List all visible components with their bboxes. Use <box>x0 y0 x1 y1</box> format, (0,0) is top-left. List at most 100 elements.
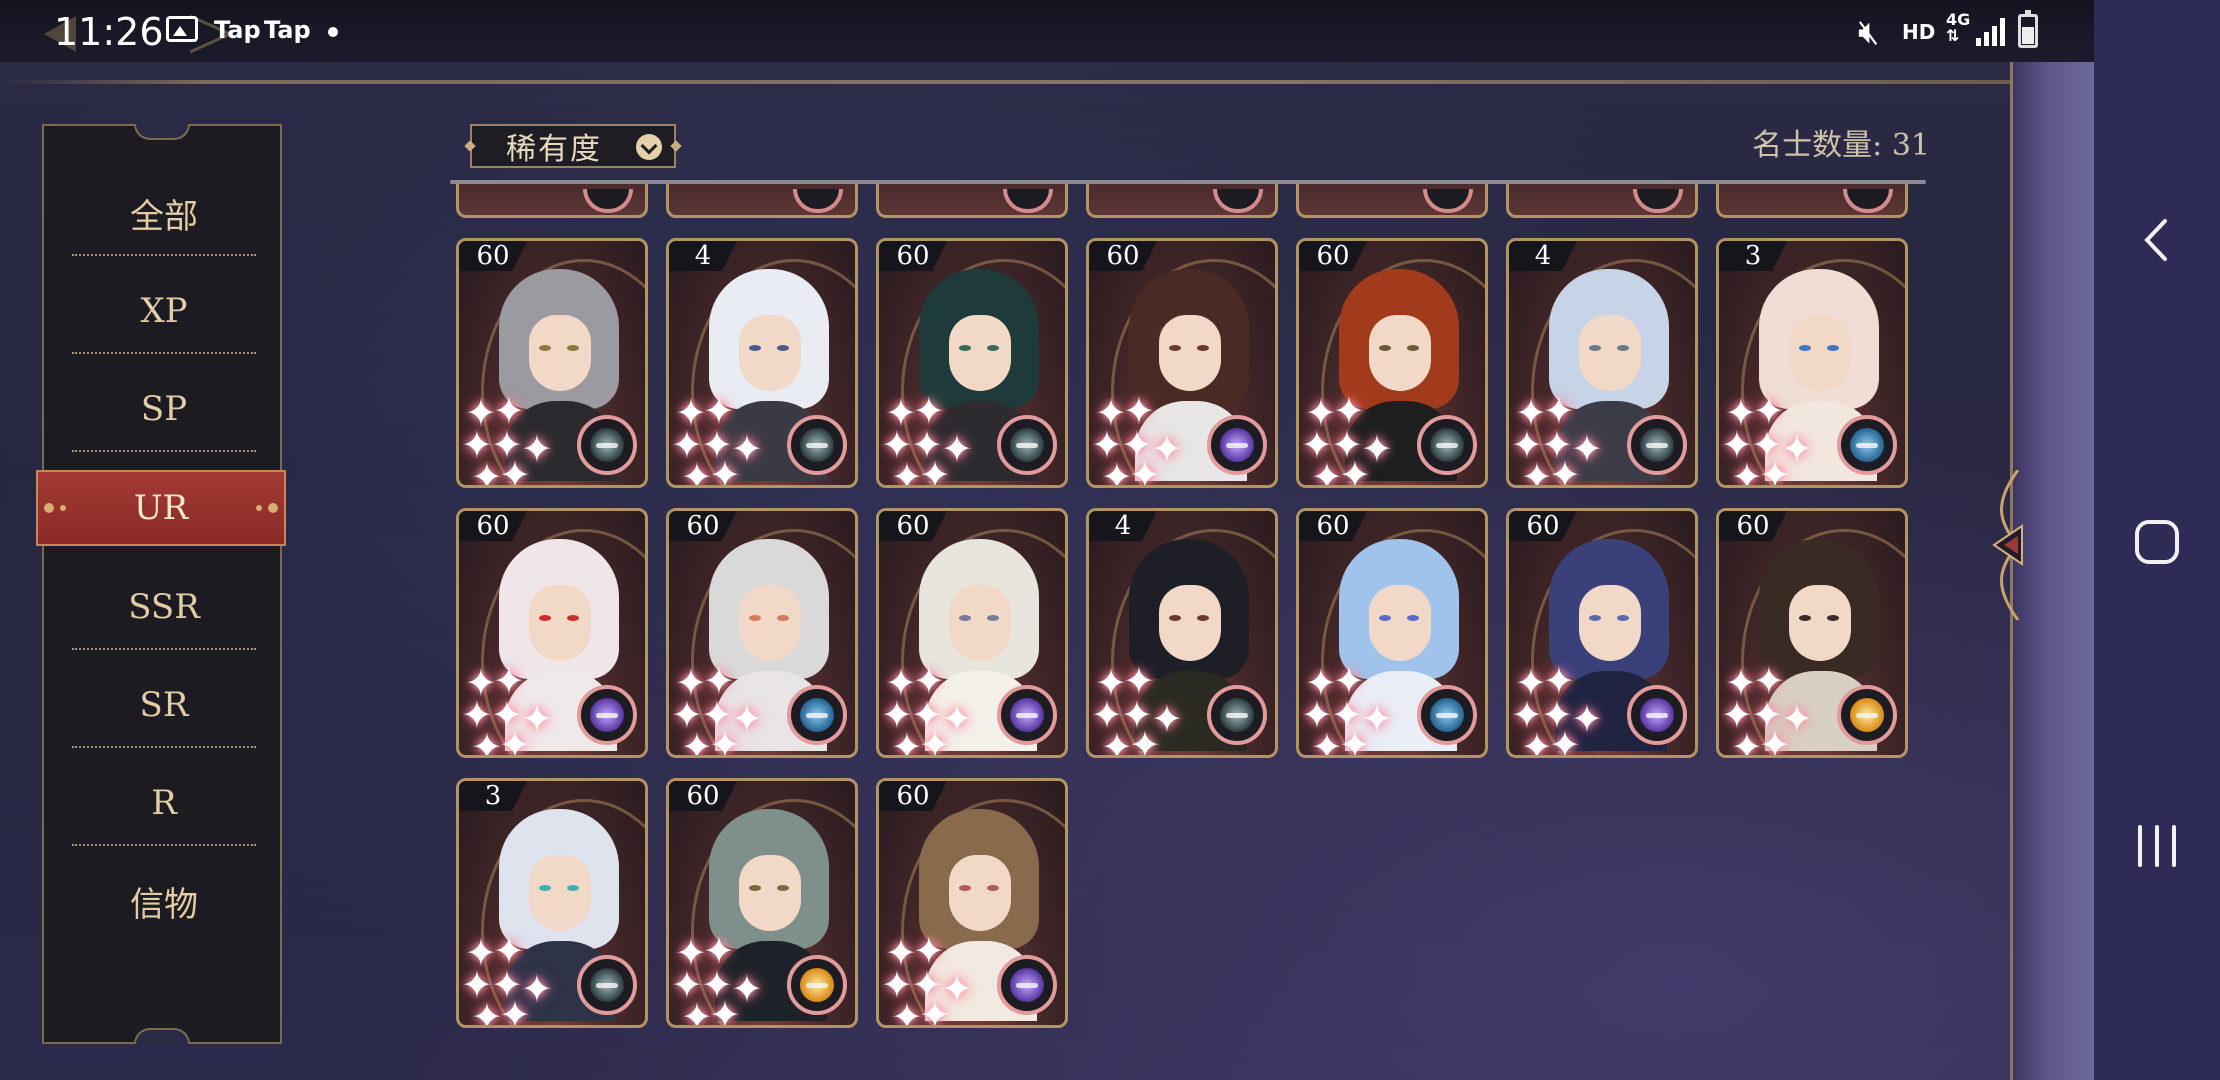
divider <box>72 450 256 452</box>
character-card[interactable]: 60 ✦ ✦ ✦ ✦ ✦ ✦ ✦ <box>666 508 858 758</box>
character-card[interactable]: 60 ✦ ✦ ✦ ✦ ✦ ✦ ✦ <box>1086 238 1278 488</box>
divider <box>72 254 256 256</box>
category-ur-selected[interactable]: UR <box>36 470 286 546</box>
ornament-left <box>44 503 84 513</box>
card-partial[interactable] <box>456 184 648 218</box>
card-partial[interactable] <box>1716 184 1908 218</box>
home-icon <box>2135 520 2179 564</box>
sparkle-stars: ✦ ✦ ✦ ✦ ✦ ✦ ✦ <box>1721 659 1833 758</box>
chevron-left-icon <box>2144 219 2167 261</box>
card-level: 60 <box>879 241 947 271</box>
sparkle-stars: ✦ ✦ ✦ ✦ ✦ ✦ ✦ <box>1511 659 1623 758</box>
network-label: 4G <box>1946 10 1971 29</box>
category-r[interactable]: R <box>72 754 256 852</box>
sparkle-icon: ✦ <box>1549 723 1581 758</box>
card-partial[interactable] <box>876 184 1068 218</box>
dark-element-icon <box>787 415 847 475</box>
character-card[interactable]: 60 ✦ ✦ ✦ ✦ ✦ ✦ ✦ <box>666 778 858 1028</box>
card-level: 4 <box>1509 241 1577 271</box>
character-card[interactable]: 60 ✦ ✦ ✦ ✦ ✦ ✦ ✦ <box>876 778 1068 1028</box>
battery-icon <box>2018 10 2038 48</box>
card-partial[interactable] <box>666 184 858 218</box>
back-button[interactable] <box>2094 180 2220 300</box>
character-grid: 60 ✦ ✦ ✦ ✦ ✦ ✦ ✦ 4 ✦ ✦ ✦ ✦ ✦ ✦ ✦ 60 ✦ ✦ ✦ ✦ ✦ ✦ ✦ 60 ✦ ✦ ✦ ✦ ✦ ✦ ✦ 60 ✦ ✦ ✦… <box>456 184 1926 1044</box>
sparkle-icon: ✦ <box>499 723 531 758</box>
element-badge-icon <box>793 189 843 213</box>
sparkle-stars: ✦ ✦ ✦ ✦ ✦ ✦ ✦ <box>461 659 573 758</box>
home-button[interactable] <box>2094 482 2220 602</box>
sparkle-icon: ✦ <box>919 723 951 758</box>
character-card[interactable]: 60 ✦ ✦ ✦ ✦ ✦ ✦ ✦ <box>876 238 1068 488</box>
recents-button[interactable] <box>2094 786 2220 906</box>
blue-element-icon <box>1837 415 1897 475</box>
character-card[interactable]: 3 ✦ ✦ ✦ ✦ ✦ ✦ ✦ <box>456 778 648 1028</box>
character-card[interactable]: 60 ✦ ✦ ✦ ✦ ✦ ✦ ✦ <box>1296 508 1488 758</box>
sparkle-stars: ✦ ✦ ✦ ✦ ✦ ✦ ✦ <box>1511 389 1623 485</box>
character-card[interactable]: 60 ✦ ✦ ✦ ✦ ✦ ✦ ✦ <box>1506 508 1698 758</box>
blue-element-icon <box>1417 685 1477 745</box>
card-level: 60 <box>879 511 947 541</box>
sparkle-stars: ✦ ✦ ✦ ✦ ✦ ✦ ✦ <box>671 659 783 755</box>
sparkle-stars: ✦ ✦ ✦ ✦ ✦ ✦ ✦ <box>461 929 573 1025</box>
dark-element-icon <box>1627 415 1687 475</box>
dark-element-icon <box>1417 415 1477 475</box>
mute-icon: 🔇︎ <box>1858 12 1880 52</box>
sparkle-stars: ✦ ✦ ✦ ✦ ✦ ✦ ✦ <box>671 929 783 1025</box>
collapse-panel-handle[interactable] <box>1986 470 2032 620</box>
card-partial[interactable] <box>1086 184 1278 218</box>
category-all[interactable]: 全部 <box>72 164 256 262</box>
dark-element-icon <box>577 415 637 475</box>
character-card[interactable]: 60 ✦ ✦ ✦ ✦ ✦ ✦ ✦ <box>1296 238 1488 488</box>
element-badge-icon <box>583 189 633 213</box>
sparkle-icon: ✦ <box>1339 453 1371 488</box>
blue-element-icon <box>787 685 847 745</box>
dark-element-icon <box>997 415 1057 475</box>
rarity-filter-dropdown[interactable]: 稀有度 <box>464 124 682 168</box>
network-type: 4G ⇅ <box>1946 10 1971 45</box>
hd-indicator: HD <box>1902 20 1936 44</box>
category-keepsake[interactable]: 信物 <box>72 852 256 950</box>
character-card[interactable]: 60 ✦ ✦ ✦ ✦ ✦ ✦ ✦ <box>456 508 648 758</box>
category-xp[interactable]: XP <box>72 262 256 360</box>
taptap-notification-2: Tap <box>264 16 311 44</box>
element-badge-icon <box>1843 189 1893 213</box>
card-level: 60 <box>1509 511 1577 541</box>
purple-element-icon <box>1627 685 1687 745</box>
card-level: 3 <box>459 781 527 811</box>
category-ssr[interactable]: SSR <box>72 558 256 656</box>
rarity-filter-label: 稀有度 <box>506 132 602 167</box>
character-card[interactable]: 4 ✦ ✦ ✦ ✦ ✦ ✦ ✦ <box>1506 238 1698 488</box>
dark-element-icon <box>1207 685 1267 745</box>
character-card[interactable]: 60 ✦ ✦ ✦ ✦ ✦ ✦ ✦ <box>456 238 648 488</box>
sparkle-icon: ✦ <box>919 993 951 1028</box>
sun-element-icon <box>787 955 847 1015</box>
category-sr[interactable]: SR <box>72 656 256 754</box>
purple-element-icon <box>997 685 1057 745</box>
character-card[interactable]: 4 ✦ ✦ ✦ ✦ ✦ ✦ ✦ <box>1086 508 1278 758</box>
character-card[interactable]: 3 ✦ ✦ ✦ ✦ ✦ ✦ ✦ <box>1716 238 1908 488</box>
sparkle-stars: ✦ ✦ ✦ ✦ ✦ ✦ ✦ <box>1301 659 1413 758</box>
element-badge-icon <box>1423 189 1473 213</box>
sparkle-icon: ✦ <box>1339 723 1371 758</box>
sparkle-stars: ✦ ✦ ✦ ✦ ✦ ✦ ✦ <box>461 389 573 485</box>
card-partial[interactable] <box>1506 184 1698 218</box>
element-badge-icon <box>1003 189 1053 213</box>
sparkle-stars: ✦ ✦ ✦ ✦ ✦ ✦ ✦ <box>1301 389 1413 488</box>
category-menu: 全部 XP SP SSR SR R 信物 <box>42 124 282 1044</box>
character-card[interactable]: 4 ✦ ✦ ✦ ✦ ✦ ✦ ✦ <box>666 238 858 488</box>
ornament-right <box>238 503 278 513</box>
sparkle-stars: ✦ ✦ ✦ ✦ ✦ ✦ ✦ <box>1091 659 1203 755</box>
sparkle-stars: ✦ ✦ ✦ ✦ ✦ ✦ ✦ <box>881 929 993 1028</box>
character-card[interactable]: 60 ✦ ✦ ✦ ✦ ✦ ✦ ✦ <box>1716 508 1908 758</box>
sparkle-icon: ✦ <box>1759 723 1791 758</box>
sparkle-stars: ✦ ✦ ✦ ✦ ✦ ✦ ✦ <box>1721 389 1833 485</box>
recents-icon <box>2138 825 2176 867</box>
category-sp[interactable]: SP <box>72 360 256 458</box>
character-card[interactable]: 60 ✦ ✦ ✦ ✦ ✦ ✦ ✦ <box>876 508 1068 758</box>
purple-element-icon <box>577 685 637 745</box>
card-level: 60 <box>459 241 527 271</box>
card-level: 4 <box>669 241 737 271</box>
divider <box>72 352 256 354</box>
panel-notch-top <box>134 124 190 140</box>
card-partial[interactable] <box>1296 184 1488 218</box>
